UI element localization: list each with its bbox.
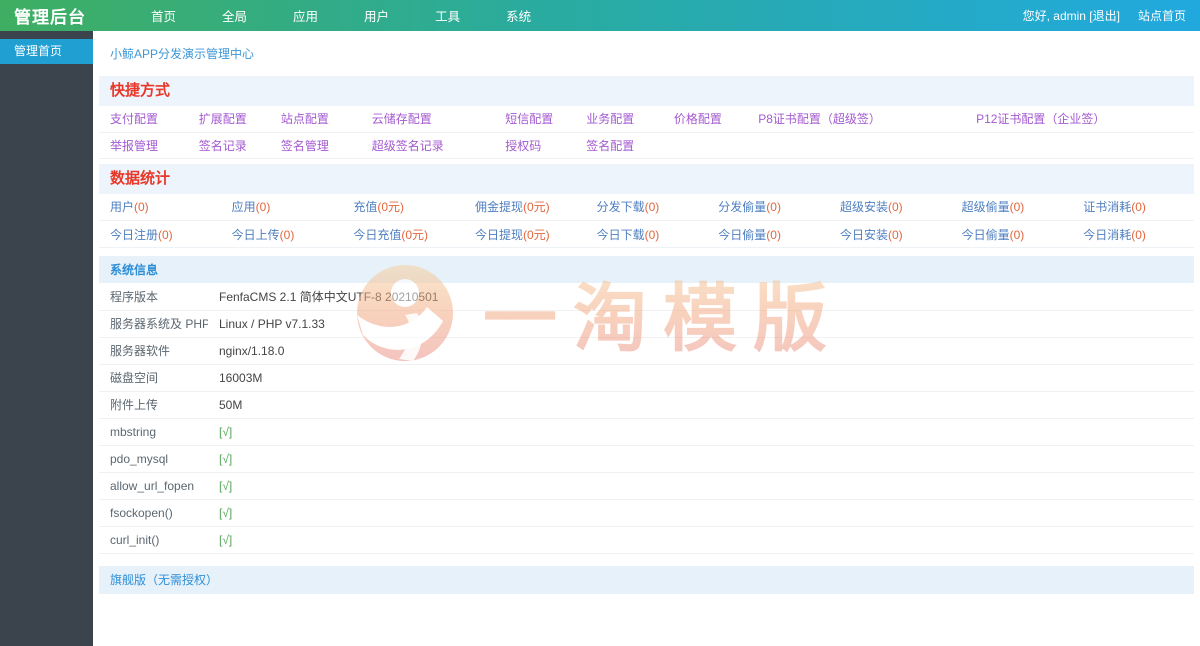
stat-cert-usage: 证书消耗(0) [1072,193,1194,221]
sys-value-disk-space: 16003M [208,364,1194,392]
system-info-title-link[interactable]: 系统信息 [110,263,158,277]
sys-label-disk-space: 磁盘空间 [99,364,208,392]
topbar: 管理后台 首页 全局 应用 用户 工具 系统 您好, admin [退出] 站点… [0,0,1200,31]
stat-super-stolen: 超级偷量(0) [950,193,1073,221]
sys-value-upload-limit: 50M [208,391,1194,419]
stat-today-recharge: 今日充值(0元) [342,220,464,248]
sys-label-server-os-php: 服务器系统及 PHP [99,310,208,338]
quick-link-business-config[interactable]: 业务配置 [586,112,634,126]
quick-link-auth-code[interactable]: 授权码 [505,139,541,153]
nav-system[interactable]: 系统 [483,0,554,31]
breadcrumb: 小鲸APP分发演示管理中心 [99,31,1194,72]
stat-today-register: 今日注册(0) [99,220,221,248]
sys-label-fsockopen: fsockopen() [99,499,208,527]
nav-apps[interactable]: 应用 [270,0,341,31]
sys-value-program-version: FenfaCMS 2.1 简体中文UTF-8 20210501 [208,283,1194,311]
table-row: 附件上传 50M [99,391,1194,419]
check-icon: [√] [208,445,1194,473]
stat-dist-downloads: 分发下载(0) [585,193,708,221]
stat-super-installs: 超级安装(0) [828,193,951,221]
table-row: 服务器系统及 PHP Linux / PHP v7.1.33 [99,310,1194,338]
nav-users[interactable]: 用户 [341,0,412,31]
stats-row-total: 用户(0) 应用(0) 充值(0元) 佣金提现(0元) 分发下载(0) 分发偷量… [99,193,1194,221]
stat-today-stolen-2: 今日偷量(0) [950,220,1073,248]
edition-link[interactable]: 旗舰版（无需授权） [110,573,218,587]
table-row: 磁盘空间 16003M [99,364,1194,392]
site-home-link[interactable]: 站点首页 [1138,7,1186,24]
sys-label-curl-init: curl_init() [99,526,208,554]
quick-section-title: 快捷方式 [99,76,1194,106]
sidebar-item-admin-home[interactable]: 管理首页 [0,39,93,64]
stat-apps: 应用(0) [220,193,343,221]
table-row: curl_init() [√] [99,526,1194,554]
check-icon: [√] [208,526,1194,554]
quick-link-p8-cert-config[interactable]: P8证书配置（超级签） [758,112,881,126]
quick-link-price-config[interactable]: 价格配置 [674,112,722,126]
system-info-section: 系统信息 程序版本 FenfaCMS 2.1 简体中文UTF-8 2021050… [99,256,1194,554]
sys-label-upload-limit: 附件上传 [99,391,208,419]
sys-label-mbstring: mbstring [99,418,208,446]
main-content: 小鲸APP分发演示管理中心 快捷方式 支付配置 扩展配置 站点配置 云储存配置 … [93,31,1200,646]
check-icon: [√] [208,472,1194,500]
sys-value-server-os-php: Linux / PHP v7.1.33 [208,310,1194,338]
system-info-table: 程序版本 FenfaCMS 2.1 简体中文UTF-8 20210501 服务器… [99,283,1194,554]
stats-table: 用户(0) 应用(0) 充值(0元) 佣金提现(0元) 分发下载(0) 分发偷量… [99,193,1194,248]
stat-dist-stolen: 分发偷量(0) [707,193,829,221]
breadcrumb-link[interactable]: 小鲸APP分发演示管理中心 [110,47,254,61]
quick-link-p12-cert-config[interactable]: P12证书配置（企业签） [976,112,1105,126]
quick-link-payment-config[interactable]: 支付配置 [110,112,158,126]
quick-link-cloud-storage-config[interactable]: 云储存配置 [372,112,432,126]
user-greeting-logout-link[interactable]: 您好, admin [退出] [1023,7,1120,24]
stats-section-title: 数据统计 [99,163,1194,194]
check-icon: [√] [208,418,1194,446]
table-row: fsockopen() [√] [99,499,1194,527]
check-icon: [√] [208,499,1194,527]
sys-label-allow-url-fopen: allow_url_fopen [99,472,208,500]
quick-link-report-manage[interactable]: 举报管理 [110,139,158,153]
quick-link-sign-manage[interactable]: 签名管理 [281,139,329,153]
quick-link-sms-config[interactable]: 短信配置 [505,112,553,126]
sys-label-program-version: 程序版本 [99,283,208,311]
quick-links-row-1: 支付配置 扩展配置 站点配置 云储存配置 短信配置 业务配置 价格配置 P8证书… [99,106,1194,133]
sys-label-server-software: 服务器软件 [99,337,208,365]
stat-today-upload: 今日上传(0) [220,220,343,248]
table-row: allow_url_fopen [√] [99,472,1194,500]
stat-today-stolen: 今日偷量(0) [707,220,829,248]
quick-link-sign-config[interactable]: 签名配置 [586,139,634,153]
stat-commission-withdraw: 佣金提现(0元) [463,193,586,221]
table-row: pdo_mysql [√] [99,445,1194,473]
table-row: mbstring [√] [99,418,1194,446]
quick-link-sign-records[interactable]: 签名记录 [199,139,247,153]
quick-links-row-2: 举报管理 签名记录 签名管理 超级签名记录 授权码 签名配置 [99,132,1194,159]
stat-today-install: 今日安装(0) [828,220,951,248]
topbar-right: 您好, admin [退出] 站点首页 [1023,7,1200,24]
quick-link-extension-config[interactable]: 扩展配置 [199,112,247,126]
sys-value-server-software: nginx/1.18.0 [208,337,1194,365]
sys-label-pdo-mysql: pdo_mysql [99,445,208,473]
sidebar: 管理首页 [0,31,93,646]
nav-home[interactable]: 首页 [128,0,199,31]
stats-row-today: 今日注册(0) 今日上传(0) 今日充值(0元) 今日提现(0元) 今日下载(0… [99,220,1194,248]
nav-global[interactable]: 全局 [199,0,270,31]
table-row: 程序版本 FenfaCMS 2.1 简体中文UTF-8 20210501 [99,283,1194,311]
table-row: 服务器软件 nginx/1.18.0 [99,337,1194,365]
edition-footer: 旗舰版（无需授权） [99,565,1194,594]
nav-tools[interactable]: 工具 [412,0,483,31]
stat-today-withdraw: 今日提现(0元) [463,220,586,248]
stat-today-usage: 今日消耗(0) [1072,220,1194,248]
quick-links-table: 支付配置 扩展配置 站点配置 云储存配置 短信配置 业务配置 价格配置 P8证书… [99,106,1194,159]
stat-recharge: 充值(0元) [342,193,464,221]
top-nav: 首页 全局 应用 用户 工具 系统 [128,0,554,31]
app-title: 管理后台 [14,8,86,27]
stat-users: 用户(0) [99,193,221,221]
quick-link-super-sign-records[interactable]: 超级签名记录 [372,139,444,153]
quick-link-site-config[interactable]: 站点配置 [281,112,329,126]
stat-today-download: 今日下载(0) [585,220,708,248]
system-info-header: 系统信息 [99,256,1194,283]
